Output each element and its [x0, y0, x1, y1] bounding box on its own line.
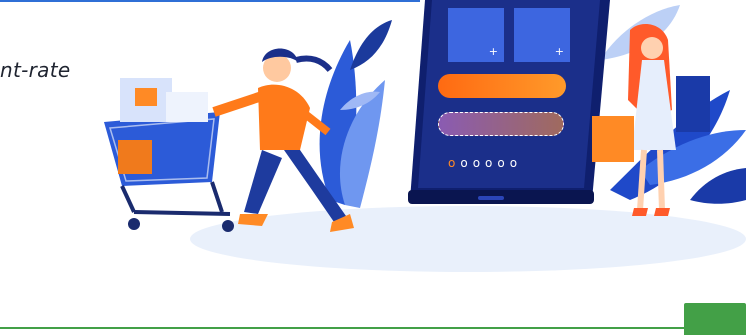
pagination-dot[interactable]: o [460, 156, 467, 170]
right-leaves [600, 5, 746, 204]
bottom-accent-line [0, 327, 746, 329]
image-tile[interactable]: + [514, 8, 570, 62]
green-tab-button[interactable] [684, 303, 746, 335]
shopping-illustration [104, 0, 746, 232]
pagination: o o o o o o [448, 156, 517, 170]
input-field[interactable] [438, 112, 564, 136]
primary-button[interactable] [438, 74, 566, 98]
plus-icon: + [554, 45, 564, 58]
pagination-dot[interactable]: o [510, 156, 517, 170]
pagination-dot[interactable]: o [485, 156, 492, 170]
pagination-dot[interactable]: o [473, 156, 480, 170]
pagination-dot-active[interactable]: o [448, 156, 455, 170]
image-tile[interactable]: + [448, 8, 504, 62]
pagination-dot[interactable]: o [497, 156, 504, 170]
plus-icon: + [488, 45, 498, 58]
headline-text: nt-rate [0, 58, 71, 82]
shopping-cart [104, 78, 234, 232]
phone-screen: + + o o o o o o [432, 0, 582, 186]
left-leaves [319, 20, 392, 208]
